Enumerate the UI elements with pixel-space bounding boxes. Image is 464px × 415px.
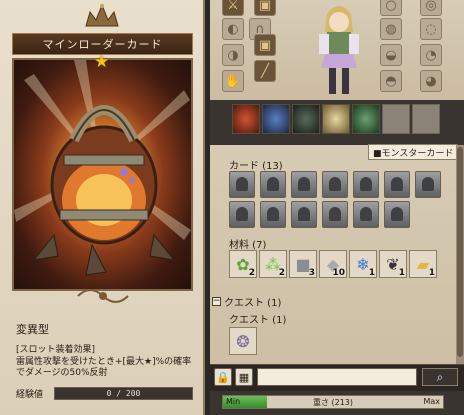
card-item[interactable] xyxy=(353,201,379,228)
mine-loader-artwork xyxy=(14,60,191,276)
search-input[interactable] xyxy=(257,368,417,386)
skill-slot-4[interactable] xyxy=(322,104,350,134)
exp-row: 経験値 0 / 200 xyxy=(16,386,193,400)
weight-label: 重さ (213) xyxy=(312,398,354,407)
monster-type: 変異型 xyxy=(16,323,49,336)
equip-slot-cloak[interactable]: ◑ xyxy=(222,44,244,66)
item-list: カード (13) 材料 (7) ✿ 2 ⁂ 2 ■ 3 ◆ 10 ❄ 1 ❦ 1 ▰ 1 xyxy=(210,145,456,365)
effect-line-1: [スロット装着効果] xyxy=(16,345,96,355)
material-count: 2 xyxy=(248,268,255,278)
equip-slot-boots[interactable]: ◒ xyxy=(380,44,402,66)
equip-slot-belt[interactable]: ◔ xyxy=(420,44,442,66)
collapse-icon[interactable]: − xyxy=(212,297,221,306)
lock-icon[interactable]: 🔒 xyxy=(214,368,232,386)
equip-slot-armor-top[interactable]: ▣ xyxy=(254,0,276,16)
equip-slot-costume[interactable]: ◍ xyxy=(380,18,402,40)
gray-ore-icon[interactable]: ◆ 10 xyxy=(319,250,347,278)
exp-label: 経験値 xyxy=(16,389,44,400)
equip-slot-gloves[interactable]: ✋ xyxy=(222,70,244,92)
exp-bar: 0 / 200 xyxy=(54,386,193,400)
material-count: 3 xyxy=(308,268,315,278)
equip-slot-ring-1[interactable]: ○ xyxy=(380,0,402,16)
card-item[interactable] xyxy=(229,171,255,198)
card-item[interactable] xyxy=(260,201,286,228)
effect-line-3: でダメージの50%反射 xyxy=(16,368,108,378)
skill-slot-5[interactable] xyxy=(352,104,380,134)
card-artwork xyxy=(12,58,193,291)
card-title: マインローダーカード xyxy=(42,38,163,51)
green-pod-icon[interactable]: ✿ 2 xyxy=(229,250,257,278)
equipment-area: ⚔ ◐ ◑ ✋ ∩ ▣ ▣ ╱ ○ ◍ ◒ ◓ ◎ ◌ ◔ ◕ xyxy=(210,0,464,100)
card-item[interactable] xyxy=(384,201,410,228)
quest-sub-label: クエスト (1) xyxy=(229,315,287,326)
equip-slot-necklace[interactable]: ◌ xyxy=(420,18,442,40)
material-count: 1 xyxy=(398,268,405,278)
material-count: 2 xyxy=(278,268,285,278)
card-grid xyxy=(229,171,441,228)
grid-icon[interactable]: ▦ xyxy=(235,368,253,386)
card-item[interactable] xyxy=(384,171,410,198)
card-item[interactable] xyxy=(322,171,348,198)
weight-bar: Min 重さ (213) Max xyxy=(222,395,444,409)
scroll-thumb[interactable] xyxy=(457,147,463,357)
skill-slot-2[interactable] xyxy=(262,104,290,134)
list-scrollbar[interactable] xyxy=(456,145,464,365)
card-item[interactable] xyxy=(415,171,441,198)
card-item[interactable] xyxy=(260,171,286,198)
dark-leaf-icon[interactable]: ❦ 1 xyxy=(379,250,407,278)
exp-value: 0 / 200 xyxy=(106,388,141,398)
card-item[interactable] xyxy=(291,201,317,228)
card-item[interactable] xyxy=(291,171,317,198)
card-item[interactable] xyxy=(353,171,379,198)
card-detail-panel: マインローダーカード ★ 変異型 [スロット装着効果] 雷属性攻撃を受けたとき+… xyxy=(0,0,205,415)
equip-slot-hat[interactable]: ◐ xyxy=(222,18,244,40)
effect-line-2: 雷属性攻撃を受けたとき+[最大★]%の確率 xyxy=(16,356,192,367)
quest-header-label: クエスト (1) xyxy=(224,298,282,309)
cards-section-label: カード (13) xyxy=(229,161,283,172)
quest-section-header[interactable]: − クエスト (1) xyxy=(212,294,281,309)
skill-slot-7[interactable] xyxy=(412,104,440,134)
equip-slot-earring[interactable]: ◕ xyxy=(420,70,442,92)
equip-slot-weapon[interactable]: ╱ xyxy=(254,60,276,82)
ornament-icon xyxy=(74,282,132,310)
blue-crystal-icon[interactable]: ❄ 1 xyxy=(349,250,377,278)
monster-card-tab[interactable]: ■モンスターカード xyxy=(368,144,459,160)
card-item[interactable] xyxy=(229,201,255,228)
equip-slot-ring-2[interactable]: ◎ xyxy=(420,0,442,16)
skill-slots-row xyxy=(232,104,440,137)
skill-slot-1[interactable] xyxy=(232,104,260,134)
materials-row: ✿ 2 ⁂ 2 ■ 3 ◆ 10 ❄ 1 ❦ 1 ▰ 1 xyxy=(229,250,437,278)
equip-slot-head[interactable]: ⚔ xyxy=(222,0,244,16)
gold-ingot-icon[interactable]: ▰ 1 xyxy=(409,250,437,278)
character-avatar xyxy=(313,0,365,98)
equip-slot-shoes[interactable]: ◓ xyxy=(380,70,402,92)
materials-section-label: 材料 (7) xyxy=(229,240,267,251)
material-count: 10 xyxy=(332,268,345,278)
skill-slot-3[interactable] xyxy=(292,104,320,134)
equip-slot-armor[interactable]: ▣ xyxy=(254,34,276,56)
card-item[interactable] xyxy=(322,201,348,228)
skill-slot-6[interactable] xyxy=(382,104,410,134)
stone-block-icon[interactable]: ■ 3 xyxy=(289,250,317,278)
magnifier-icon[interactable]: ⌕ xyxy=(422,368,458,386)
inventory-panel: ⚔ ◐ ◑ ✋ ∩ ▣ ▣ ╱ ○ ◍ ◒ ◓ ◎ ◌ ◔ ◕ カード (13)… xyxy=(210,0,464,415)
weight-max-label: Max xyxy=(423,397,440,406)
rarity-star-icon: ★ xyxy=(94,52,110,72)
card-effect-text: [スロット装着効果] 雷属性攻撃を受けたとき+[最大★]%の確率 でダメージの5… xyxy=(16,345,193,381)
crown-ornament-icon xyxy=(82,2,122,28)
material-count: 1 xyxy=(428,268,435,278)
herb-bundle-icon[interactable]: ⁂ 2 xyxy=(259,250,287,278)
quest-item-icon[interactable]: ❂ xyxy=(229,327,257,355)
material-count: 1 xyxy=(368,268,375,278)
bottom-toolbar: 🔒 ▦ ⌕ xyxy=(210,364,464,391)
